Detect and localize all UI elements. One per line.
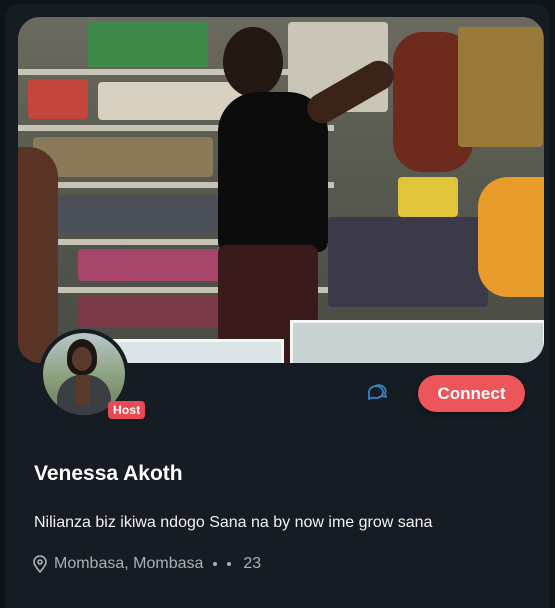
product-packs xyxy=(78,249,228,281)
hair-extensions xyxy=(458,27,543,147)
product-bottles xyxy=(88,22,208,67)
product-packs xyxy=(78,295,238,327)
host-badge: Host xyxy=(108,401,146,419)
shelf-line xyxy=(18,69,334,75)
profile-bio: Nilianza biz ikiwa ndogo Sana na by now … xyxy=(34,514,433,531)
orange-garment xyxy=(478,177,544,297)
cover-photo xyxy=(18,17,544,363)
profile-name[interactable]: Venessa Akoth xyxy=(34,462,183,486)
avatar-face xyxy=(72,347,92,371)
connect-button[interactable]: Connect xyxy=(418,375,525,412)
separator-dot xyxy=(227,562,232,566)
profile-meta: Mombasa, Mombasa 23 xyxy=(32,555,261,573)
chat-bubbles-icon xyxy=(368,384,387,400)
location-pin-icon xyxy=(33,555,47,573)
product-packs xyxy=(58,195,218,233)
chat-button[interactable] xyxy=(363,379,391,407)
avatar-neck xyxy=(76,375,90,405)
product-boxes xyxy=(28,79,88,119)
glass-counter xyxy=(108,339,284,363)
person-head xyxy=(223,27,283,97)
product-boxes xyxy=(33,137,213,177)
glass-counter xyxy=(290,320,544,363)
product-packs xyxy=(328,217,488,307)
profile-card: Host Connect Venessa Akoth Nilianza biz … xyxy=(5,4,550,608)
foreground-hair xyxy=(18,147,58,363)
count-text: 23 xyxy=(243,555,262,572)
separator-dot xyxy=(213,562,218,566)
product-yellow-pack xyxy=(398,177,458,217)
location-text: Mombasa, Mombasa xyxy=(54,555,204,572)
